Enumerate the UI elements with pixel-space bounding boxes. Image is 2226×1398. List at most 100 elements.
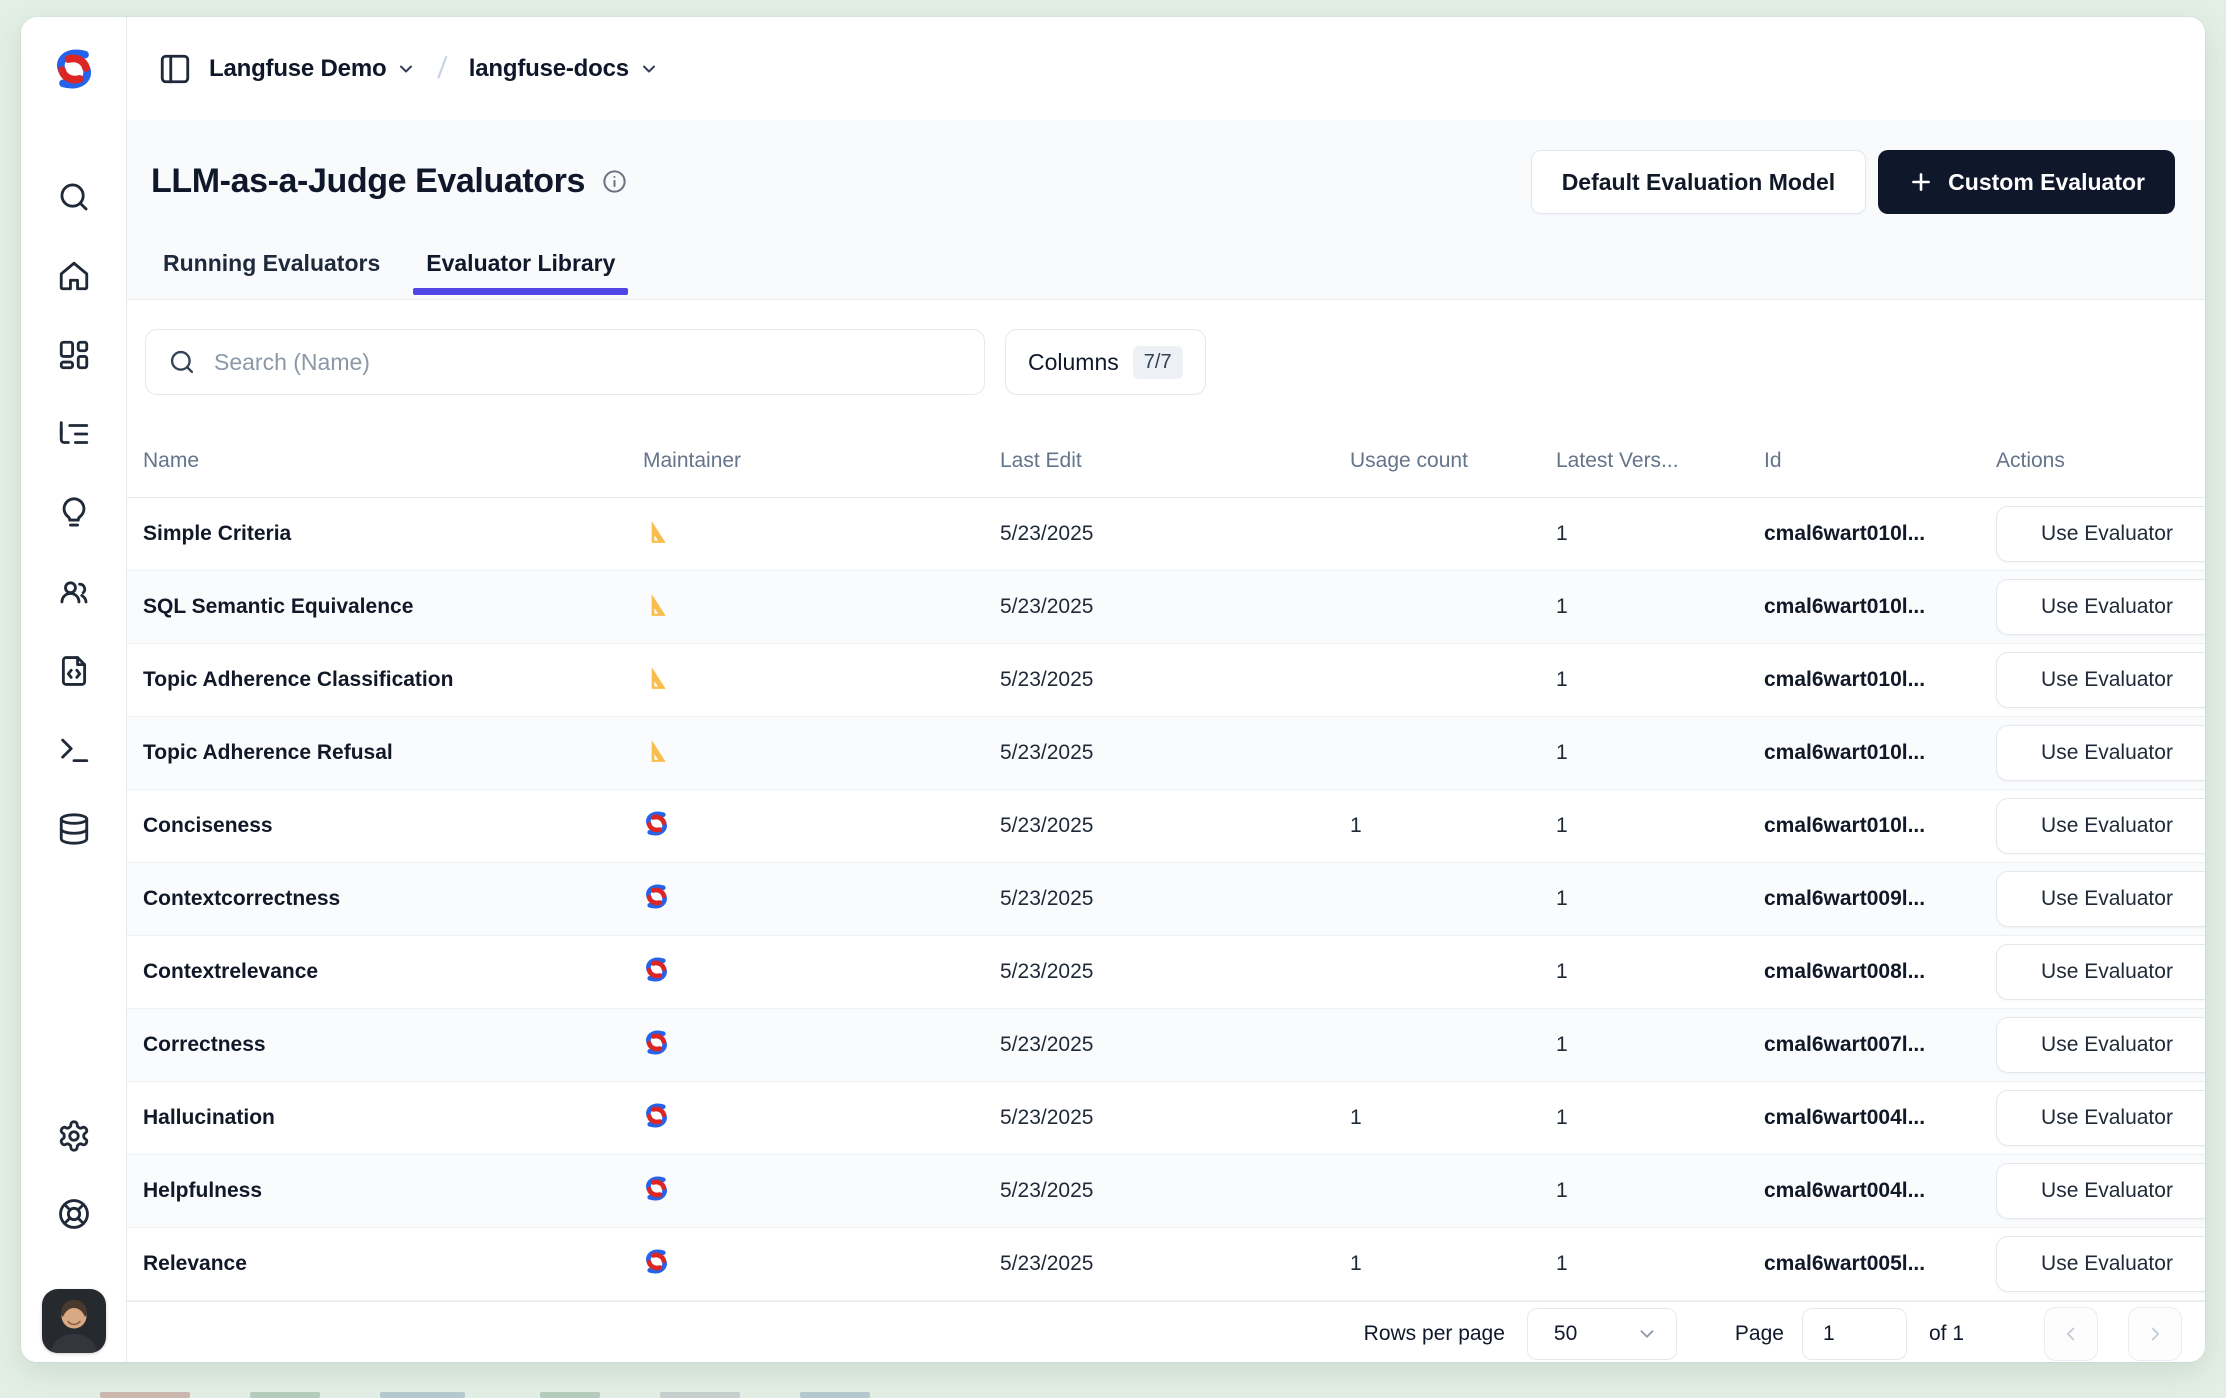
table-row[interactable]: Correctness 5/23/2025 1 cmal6wart007l...… xyxy=(127,1009,2205,1082)
maintainer-cell xyxy=(643,1175,1000,1207)
project-switcher[interactable]: langfuse-docs xyxy=(469,55,659,83)
table-row[interactable]: Helpfulness 5/23/2025 1 cmal6wart004l...… xyxy=(127,1155,2205,1228)
evaluator-id: cmal6wart010l... xyxy=(1764,668,1996,692)
table-row[interactable]: Relevance 5/23/2025 1 1 cmal6wart005l...… xyxy=(127,1228,2205,1301)
column-header-maintainer[interactable]: Maintainer xyxy=(643,449,1000,473)
sidebar-item-users[interactable] xyxy=(54,575,94,609)
langfuse-maintainer-icon xyxy=(643,1102,670,1129)
use-evaluator-button[interactable]: Use Evaluator xyxy=(1996,579,2205,635)
table-header-row: Name Maintainer Last Edit Usage count La… xyxy=(127,425,2205,498)
sidebar-item-evals[interactable] xyxy=(54,496,94,530)
app-window: Langfuse Demo / langfuse-docs xyxy=(21,17,2205,1362)
terminal-icon xyxy=(57,733,91,767)
evaluator-id: cmal6wart009l... xyxy=(1764,887,1996,911)
column-header-actions: Actions xyxy=(1996,449,2205,473)
column-header-name[interactable]: Name xyxy=(143,449,643,473)
sidebar-item-tracing[interactable] xyxy=(54,417,94,451)
search-input[interactable] xyxy=(214,349,962,376)
evaluator-id: cmal6wart007l... xyxy=(1764,1033,1996,1057)
column-header-id[interactable]: Id xyxy=(1764,449,1996,473)
table-row[interactable]: Simple Criteria 5/23/2025 1 cmal6wart010… xyxy=(127,498,2205,571)
rows-per-page-select[interactable]: 50 xyxy=(1527,1308,1677,1360)
maintainer-cell xyxy=(643,883,1000,915)
use-evaluator-button[interactable]: Use Evaluator xyxy=(1996,1163,2205,1219)
table-row[interactable]: Topic Adherence Refusal 5/23/2025 1 cmal… xyxy=(127,717,2205,790)
evaluator-name: Correctness xyxy=(143,1033,643,1057)
sidebar-item-playground[interactable] xyxy=(54,733,94,767)
columns-button[interactable]: Columns 7/7 xyxy=(1005,329,1206,395)
search-icon xyxy=(57,180,91,214)
database-icon xyxy=(57,812,91,846)
evaluator-id: cmal6wart005l... xyxy=(1764,1252,1996,1276)
next-page-button[interactable] xyxy=(2128,1307,2182,1361)
last-edit-date: 5/23/2025 xyxy=(1000,668,1350,692)
sidebar-item-support[interactable] xyxy=(54,1197,94,1231)
use-evaluator-button[interactable]: Use Evaluator xyxy=(1996,1090,2205,1146)
tab-running-evaluators[interactable]: Running Evaluators xyxy=(163,252,380,299)
page-number-input[interactable] xyxy=(1802,1308,1907,1360)
use-evaluator-button[interactable]: Use Evaluator xyxy=(1996,1236,2205,1292)
use-evaluator-button[interactable]: Use Evaluator xyxy=(1996,506,2205,562)
maintainer-cell xyxy=(643,810,1000,842)
tab-bar: Running Evaluators Evaluator Library xyxy=(163,252,615,299)
sidebar-item-home[interactable] xyxy=(54,259,94,293)
table-row[interactable]: SQL Semantic Equivalence 5/23/2025 1 cma… xyxy=(127,571,2205,644)
last-edit-date: 5/23/2025 xyxy=(1000,1179,1350,1203)
table-row[interactable]: Contextrelevance 5/23/2025 1 cmal6wart00… xyxy=(127,936,2205,1009)
usage-count-value: 1 xyxy=(1350,814,1556,838)
org-switcher[interactable]: Langfuse Demo xyxy=(209,55,416,83)
last-edit-date: 5/23/2025 xyxy=(1000,887,1350,911)
topbar-logo-cell xyxy=(21,17,127,120)
table-row[interactable]: Hallucination 5/23/2025 1 1 cmal6wart004… xyxy=(127,1082,2205,1155)
sidebar-item-dashboards[interactable] xyxy=(54,338,94,372)
maintainer-cell xyxy=(643,1029,1000,1061)
column-header-latest-version[interactable]: Latest Vers... xyxy=(1556,449,1764,473)
latest-version-value: 1 xyxy=(1556,1033,1764,1057)
previous-page-button[interactable] xyxy=(2044,1307,2098,1361)
last-edit-date: 5/23/2025 xyxy=(1000,522,1350,546)
default-evaluation-model-button[interactable]: Default Evaluation Model xyxy=(1531,150,1866,214)
use-evaluator-button[interactable]: Use Evaluator xyxy=(1996,944,2205,1000)
chevron-down-icon xyxy=(639,59,659,79)
column-header-usage-count[interactable]: Usage count xyxy=(1350,449,1556,473)
tab-evaluator-library[interactable]: Evaluator Library xyxy=(426,252,615,299)
evaluator-name: Contextcorrectness xyxy=(143,887,643,911)
langfuse-logo-icon[interactable] xyxy=(52,47,96,91)
sidebar-item-search[interactable] xyxy=(54,180,94,214)
evaluator-id: cmal6wart010l... xyxy=(1764,741,1996,765)
project-name: langfuse-docs xyxy=(469,55,629,83)
sidebar xyxy=(21,120,127,1362)
table-row[interactable]: Conciseness 5/23/2025 1 1 cmal6wart010l.… xyxy=(127,790,2205,863)
info-icon[interactable] xyxy=(601,168,628,195)
evaluator-id: cmal6wart004l... xyxy=(1764,1179,1996,1203)
ragas-maintainer-icon xyxy=(643,592,669,618)
usage-count-value: 1 xyxy=(1350,1252,1556,1276)
user-avatar[interactable] xyxy=(42,1289,106,1353)
evaluator-id: cmal6wart010l... xyxy=(1764,522,1996,546)
sidebar-item-settings[interactable] xyxy=(54,1119,94,1153)
table-row[interactable]: Topic Adherence Classification 5/23/2025… xyxy=(127,644,2205,717)
sidebar-item-datasets[interactable] xyxy=(54,654,94,688)
use-evaluator-button[interactable]: Use Evaluator xyxy=(1996,652,2205,708)
evaluator-name: Conciseness xyxy=(143,814,643,838)
latest-version-value: 1 xyxy=(1556,960,1764,984)
use-evaluator-button[interactable]: Use Evaluator xyxy=(1996,798,2205,854)
sidebar-item-database[interactable] xyxy=(54,812,94,846)
use-evaluator-button[interactable]: Use Evaluator xyxy=(1996,1017,2205,1073)
chevron-down-icon xyxy=(396,59,416,79)
lifebuoy-icon xyxy=(57,1197,91,1231)
evaluator-id: cmal6wart004l... xyxy=(1764,1106,1996,1130)
dashboard-grid-icon xyxy=(57,338,91,372)
custom-evaluator-button[interactable]: Custom Evaluator xyxy=(1878,150,2175,214)
latest-version-value: 1 xyxy=(1556,814,1764,838)
org-name: Langfuse Demo xyxy=(209,55,386,83)
sidebar-toggle-icon[interactable] xyxy=(157,51,193,87)
column-header-last-edit[interactable]: Last Edit xyxy=(1000,449,1350,473)
evaluator-id: cmal6wart010l... xyxy=(1764,595,1996,619)
table-row[interactable]: Contextcorrectness 5/23/2025 1 cmal6wart… xyxy=(127,863,2205,936)
last-edit-date: 5/23/2025 xyxy=(1000,1033,1350,1057)
main-content: LLM-as-a-Judge Evaluators Default Evalua… xyxy=(127,120,2205,1362)
use-evaluator-button[interactable]: Use Evaluator xyxy=(1996,871,2205,927)
use-evaluator-button[interactable]: Use Evaluator xyxy=(1996,725,2205,781)
evaluator-name: Simple Criteria xyxy=(143,522,643,546)
